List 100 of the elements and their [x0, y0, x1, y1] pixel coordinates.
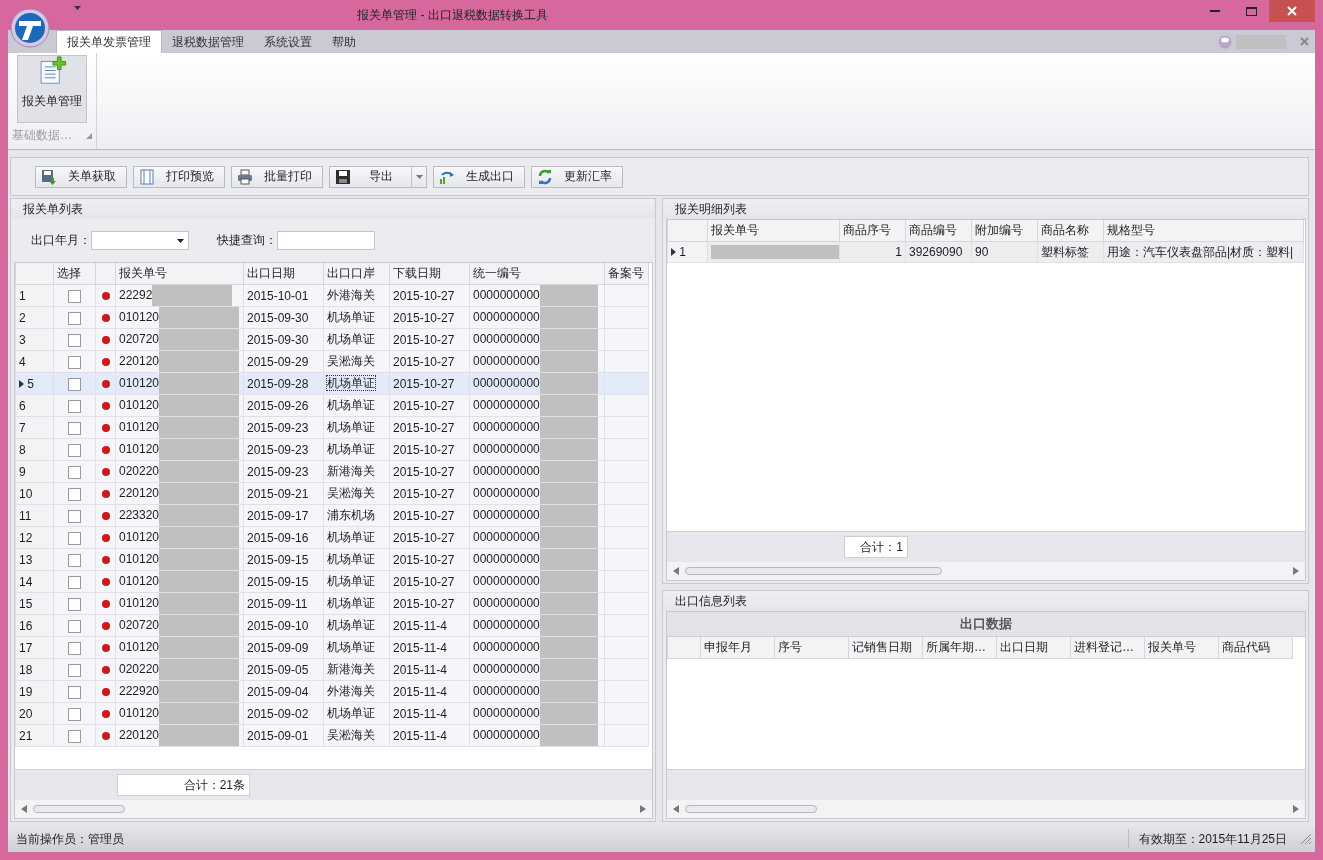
- checkbox[interactable]: [68, 531, 81, 545]
- checkbox[interactable]: [68, 399, 81, 413]
- checkbox[interactable]: [68, 333, 81, 347]
- table-row[interactable]: 17 010120 2015-09-09 机场单证 2015-11-4 0000000000: [15, 636, 649, 659]
- scroll-right-icon[interactable]: [1293, 567, 1299, 575]
- table-row[interactable]: 19 222920 2015-09-04 外港海关 2015-11-4 0000000000: [15, 680, 649, 703]
- table-row[interactable]: 13 010120 2015-09-15 机场单证 2015-10-27 0000000000: [15, 548, 649, 571]
- table-row[interactable]: 1 1 39269090 90 塑料标签 用途：汽车仪表盘部品|材质：塑料|: [667, 241, 1304, 263]
- table-cell: 2015-10-27: [393, 420, 455, 435]
- table-row[interactable]: 4 220120 2015-09-29 吴淞海关 2015-10-27 0000000000: [15, 350, 649, 373]
- row-number: 11: [19, 508, 32, 523]
- horizontal-scrollbar[interactable]: [667, 562, 1305, 580]
- table-cell: 010120: [119, 595, 160, 610]
- table-cell: 2015-10-27: [393, 574, 455, 589]
- table-cell: 机场单证: [327, 420, 375, 434]
- row-pointer-icon: [671, 248, 676, 256]
- table-cell: 吴淞海关: [327, 486, 375, 500]
- checkbox[interactable]: [68, 355, 81, 369]
- table-cell: 2015-09-04: [247, 684, 309, 699]
- ribbon-tab[interactable]: 帮助: [322, 31, 366, 53]
- ribbon-tab[interactable]: 退税数据管理: [162, 31, 254, 53]
- table-row[interactable]: 11 223320 2015-09-17 浦东机场 2015-10-27 0000000000: [15, 504, 649, 527]
- table-row[interactable]: 10 220120 2015-09-21 吴淞海关 2015-10-27 0000000000: [15, 482, 649, 505]
- column-header[interactable]: 规格型号: [1107, 223, 1155, 237]
- ribbon-tab[interactable]: 系统设置: [254, 31, 322, 53]
- checkbox[interactable]: [68, 729, 81, 743]
- orb-icon[interactable]: [1218, 35, 1232, 49]
- scroll-right-icon[interactable]: [640, 805, 646, 813]
- toolbar-button[interactable]: 更新汇率: [531, 165, 623, 188]
- table-cell: 2015-11-4: [393, 728, 447, 743]
- table-cell: 2015-09-23: [247, 442, 309, 457]
- checkbox[interactable]: [68, 509, 81, 523]
- redaction-block: [539, 461, 598, 482]
- search-field[interactable]: [277, 231, 375, 250]
- close-button[interactable]: [1269, 0, 1315, 22]
- scroll-left-icon[interactable]: [21, 805, 27, 813]
- toolbar-button[interactable]: 生成出口: [433, 165, 525, 188]
- checkbox[interactable]: [68, 663, 81, 677]
- ribbon-tab[interactable]: 报关单发票管理: [56, 30, 162, 53]
- table-row[interactable]: 3 020720 2015-09-30 机场单证 2015-10-27 0000000000: [15, 328, 649, 351]
- checkbox[interactable]: [68, 487, 81, 501]
- dropdown-arrow-icon[interactable]: [177, 238, 184, 243]
- table-row[interactable]: 1 22292 2015-10-01 外港海关 2015-10-27 0000000000: [15, 284, 649, 307]
- table-row[interactable]: 20 010120 2015-09-02 机场单证 2015-11-4 0000000000: [15, 702, 649, 725]
- row-number: 2: [19, 310, 26, 325]
- table-row[interactable]: 16 020720 2015-09-10 机场单证 2015-11-4 0000000000: [15, 614, 649, 637]
- save-icon: [41, 168, 57, 185]
- table-row[interactable]: 18 020220 2015-09-05 新港海关 2015-11-4 0000000000: [15, 658, 649, 681]
- table-row[interactable]: 15 010120 2015-09-11 机场单证 2015-10-27 0000000000: [15, 592, 649, 615]
- table-cell: 浦东机场: [327, 508, 375, 522]
- table-row[interactable]: 8 010120 2015-09-23 机场单证 2015-10-27 0000000000: [15, 438, 649, 461]
- scroll-right-icon[interactable]: [1293, 805, 1299, 813]
- redaction-block: [539, 725, 598, 746]
- save-icon: [335, 168, 351, 185]
- checkbox[interactable]: [68, 707, 81, 721]
- toolbar-button[interactable]: 批量打印: [231, 165, 323, 188]
- table-cell: 用途：汽车仪表盘部品|材质：塑料|: [1107, 244, 1294, 259]
- checkbox[interactable]: [68, 553, 81, 567]
- table-row[interactable]: 6 010120 2015-09-26 机场单证 2015-10-27 0000000000: [15, 394, 649, 417]
- resize-grip-icon[interactable]: [1301, 834, 1311, 844]
- table-row[interactable]: 12 010120 2015-09-16 机场单证 2015-10-27 0000000000: [15, 526, 649, 549]
- checkbox[interactable]: [68, 641, 81, 655]
- scroll-left-icon[interactable]: [673, 567, 679, 575]
- checkbox[interactable]: [68, 289, 81, 303]
- status-dot: [101, 556, 110, 565]
- toolbar-button[interactable]: 导出: [329, 165, 427, 188]
- checkbox[interactable]: [68, 597, 81, 611]
- table-row[interactable]: 5 010120 2015-09-28 机场单证 2015-10-27 0000000000: [15, 372, 649, 395]
- status-dot: [101, 600, 110, 609]
- table-cell: 0000000000: [473, 507, 540, 522]
- status-dot: [101, 358, 110, 367]
- table-row[interactable]: 21 220120 2015-09-01 吴淞海关 2015-11-4 0000000000: [15, 724, 649, 747]
- checkbox[interactable]: [68, 575, 81, 589]
- checkbox[interactable]: [68, 685, 81, 699]
- close-icon[interactable]: [1300, 37, 1309, 46]
- toolbar-button[interactable]: 关单获取: [35, 165, 127, 188]
- checkbox[interactable]: [68, 443, 81, 457]
- checkbox[interactable]: [68, 465, 81, 479]
- redaction-block: [539, 593, 598, 614]
- table-row[interactable]: 2 010120 2015-09-30 机场单证 2015-10-27 0000000000: [15, 306, 649, 329]
- checkbox[interactable]: [68, 311, 81, 325]
- panel-title: 出口信息列表: [675, 592, 747, 610]
- horizontal-scrollbar[interactable]: [15, 800, 652, 818]
- checkbox[interactable]: [68, 377, 81, 391]
- table-row[interactable]: 9 020220 2015-09-23 新港海关 2015-10-27 0000000000: [15, 460, 649, 483]
- table-cell: 2015-09-30: [247, 332, 309, 347]
- ribbon-button[interactable]: 报关单管理: [17, 55, 87, 123]
- checkbox[interactable]: [68, 619, 81, 633]
- row-number: 18: [19, 662, 33, 677]
- table-row[interactable]: 7 010120 2015-09-23 机场单证 2015-10-27 0000000000: [15, 416, 649, 439]
- expand-corner-icon[interactable]: [86, 133, 92, 139]
- checkbox[interactable]: [68, 421, 81, 435]
- scroll-left-icon[interactable]: [673, 805, 679, 813]
- table-cell: 020220: [119, 463, 160, 478]
- table-cell: 2015-09-09: [247, 640, 309, 655]
- horizontal-scrollbar[interactable]: [667, 800, 1305, 818]
- table-row[interactable]: 14 010120 2015-09-15 机场单证 2015-10-27 0000000000: [15, 570, 649, 593]
- row-number: 8: [19, 442, 26, 457]
- table-cell: 0000000000: [473, 419, 540, 434]
- toolbar-button[interactable]: 打印预览: [133, 165, 225, 188]
